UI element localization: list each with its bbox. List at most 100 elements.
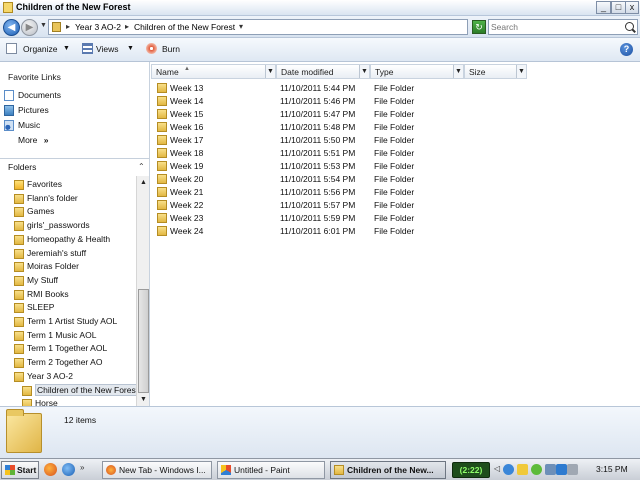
- views-chevron-down-icon[interactable]: ▼: [127, 45, 134, 52]
- display-icon[interactable]: [545, 464, 556, 475]
- views-button[interactable]: Views: [96, 44, 119, 54]
- breadcrumb-item[interactable]: Children of the New Forest: [134, 22, 235, 32]
- file-row[interactable]: Week 17 11/10/2011 5:50 PM File Folder: [151, 134, 451, 147]
- folder-icon: [14, 248, 24, 259]
- recent-pages-chevron-down-icon[interactable]: ▼: [40, 22, 47, 29]
- file-row[interactable]: Week 22 11/10/2011 5:57 PM File Folder: [151, 199, 451, 212]
- breadcrumb-separator-icon[interactable]: ▸: [66, 22, 70, 31]
- folder-tree-item[interactable]: Favorites: [0, 179, 136, 192]
- wireless-icon[interactable]: [556, 464, 567, 475]
- favorite-link-label: Documents: [18, 90, 61, 100]
- folder-tree-item[interactable]: Children of the New Forest: [0, 383, 136, 398]
- taskbar-button[interactable]: Untitled - Paint: [217, 461, 325, 479]
- network-icon[interactable]: [503, 464, 514, 475]
- internet-explorer-quicklaunch-icon[interactable]: [62, 463, 75, 476]
- start-button[interactable]: Start: [1, 461, 39, 479]
- file-row[interactable]: Week 23 11/10/2011 5:59 PM File Folder: [151, 212, 451, 225]
- refresh-button[interactable]: ↻: [472, 20, 486, 34]
- folder-tree-scrollbar[interactable]: ▲ ▼: [136, 176, 149, 406]
- scroll-up-icon[interactable]: ▲: [138, 177, 149, 188]
- column-header-size[interactable]: Size ▼: [464, 64, 527, 79]
- forward-button[interactable]: ▶: [21, 19, 38, 36]
- folder-tree-item[interactable]: SLEEP: [0, 302, 136, 315]
- column-header-type[interactable]: Type ▼: [370, 64, 464, 79]
- folder-tree-item[interactable]: Term 1 Together AOL: [0, 343, 136, 356]
- folder-tree-item[interactable]: Term 2 Together AO: [0, 357, 136, 370]
- file-row[interactable]: Week 14 11/10/2011 5:46 PM File Folder: [151, 95, 451, 108]
- folder-tree-item[interactable]: Moiras Folder: [0, 261, 136, 274]
- quicklaunch-expand-icon[interactable]: »: [80, 463, 90, 472]
- folder-icon: [14, 330, 24, 341]
- collapse-chevron-icon[interactable]: ⌃: [138, 162, 145, 171]
- favorite-links-heading: Favorite Links: [8, 72, 61, 82]
- folder-tree-item[interactable]: Term 1 Music AOL: [0, 330, 136, 343]
- details-pane: 12 items: [0, 406, 640, 458]
- column-header-name[interactable]: Name ▲ ▼: [151, 64, 276, 79]
- organize-button[interactable]: Organize: [23, 44, 58, 54]
- firefox-quicklaunch-icon[interactable]: [44, 463, 57, 476]
- file-row[interactable]: Week 18 11/10/2011 5:51 PM File Folder: [151, 147, 451, 160]
- tray-expand-icon[interactable]: ◁: [494, 464, 500, 473]
- file-row[interactable]: Week 13 11/10/2011 5:44 PM File Folder: [151, 82, 451, 95]
- column-filter-chevron-icon[interactable]: ▼: [516, 65, 526, 78]
- file-date-modified: 11/10/2011 5:53 PM: [280, 161, 356, 171]
- column-filter-chevron-icon[interactable]: ▼: [453, 65, 463, 78]
- breadcrumb-separator-icon[interactable]: ▸: [125, 22, 129, 31]
- folder-tree-item[interactable]: Term 1 Artist Study AOL: [0, 316, 136, 329]
- file-date-modified: 11/10/2011 5:51 PM: [280, 148, 356, 158]
- folder-tree-item[interactable]: My Stuff: [0, 275, 136, 288]
- search-icon[interactable]: [625, 22, 634, 31]
- security-icon[interactable]: [517, 464, 528, 475]
- title-bar[interactable]: Children of the New Forest _ □ x: [0, 0, 640, 16]
- system-clock[interactable]: 3:15 PM: [596, 464, 628, 474]
- search-input[interactable]: [491, 21, 619, 33]
- file-name: Week 13: [170, 83, 204, 93]
- volume-icon[interactable]: [567, 464, 578, 475]
- folder-tree-item[interactable]: Year 3 AO-2: [0, 371, 136, 384]
- scrollbar-thumb[interactable]: [138, 289, 149, 393]
- folder-tree-label: Horse: [35, 398, 58, 406]
- favorite-link-pictures[interactable]: Pictures: [4, 104, 144, 118]
- file-row[interactable]: Week 20 11/10/2011 5:54 PM File Folder: [151, 173, 451, 186]
- taskbar-button[interactable]: New Tab - Windows I...: [102, 461, 212, 479]
- column-filter-chevron-icon[interactable]: ▼: [265, 65, 275, 78]
- favorite-link-documents[interactable]: Documents: [4, 89, 144, 103]
- minimize-button[interactable]: _: [596, 1, 611, 14]
- battery-status[interactable]: (2:22): [452, 462, 490, 478]
- burn-button[interactable]: Burn: [162, 44, 180, 54]
- column-header-date-modified[interactable]: Date modified ▼: [276, 64, 370, 79]
- folder-tree-item[interactable]: Homeopathy & Health: [0, 234, 136, 247]
- maximize-button[interactable]: □: [611, 1, 626, 14]
- column-filter-chevron-icon[interactable]: ▼: [359, 65, 369, 78]
- folder-icon: [157, 83, 167, 93]
- update-icon[interactable]: [531, 464, 542, 475]
- column-date-label: Date modified: [281, 67, 334, 77]
- folder-tree-item[interactable]: Horse: [0, 398, 136, 406]
- file-row[interactable]: Week 16 11/10/2011 5:48 PM File Folder: [151, 121, 451, 134]
- folder-tree-item[interactable]: girls'_passwords: [0, 220, 136, 233]
- folders-header[interactable]: Folders ⌃: [0, 158, 149, 175]
- address-box[interactable]: ▸ Year 3 AO-2 ▸ Children of the New Fore…: [48, 19, 512, 35]
- help-icon[interactable]: ?: [620, 43, 633, 56]
- breadcrumb-item[interactable]: Year 3 AO-2: [75, 22, 121, 32]
- close-button[interactable]: x: [625, 1, 639, 14]
- scroll-down-icon[interactable]: ▼: [138, 394, 149, 405]
- pictures-icon: [4, 105, 14, 116]
- folder-tree-item[interactable]: Flann's folder: [0, 193, 136, 206]
- breadcrumb-separator-icon[interactable]: ▾: [239, 22, 243, 31]
- file-row[interactable]: Week 19 11/10/2011 5:53 PM File Folder: [151, 160, 451, 173]
- folder-tree-item[interactable]: Games: [0, 206, 136, 219]
- file-row[interactable]: Week 24 11/10/2011 6:01 PM File Folder: [151, 225, 451, 238]
- folder-tree-item[interactable]: RMI Books: [0, 289, 136, 302]
- file-row[interactable]: Week 15 11/10/2011 5:47 PM File Folder: [151, 108, 451, 121]
- file-row[interactable]: Week 21 11/10/2011 5:56 PM File Folder: [151, 186, 451, 199]
- folder-icon: [157, 213, 167, 223]
- folder-icon: [157, 161, 167, 171]
- more-links-button[interactable]: More »: [18, 135, 48, 145]
- folder-tree-item[interactable]: Jeremiah's stuff: [0, 248, 136, 261]
- search-box[interactable]: [488, 19, 638, 35]
- organize-chevron-down-icon[interactable]: ▼: [63, 45, 70, 52]
- taskbar-button[interactable]: Children of the New...: [330, 461, 446, 479]
- back-button[interactable]: ◀: [3, 19, 20, 36]
- favorite-link-music[interactable]: Music: [4, 119, 144, 133]
